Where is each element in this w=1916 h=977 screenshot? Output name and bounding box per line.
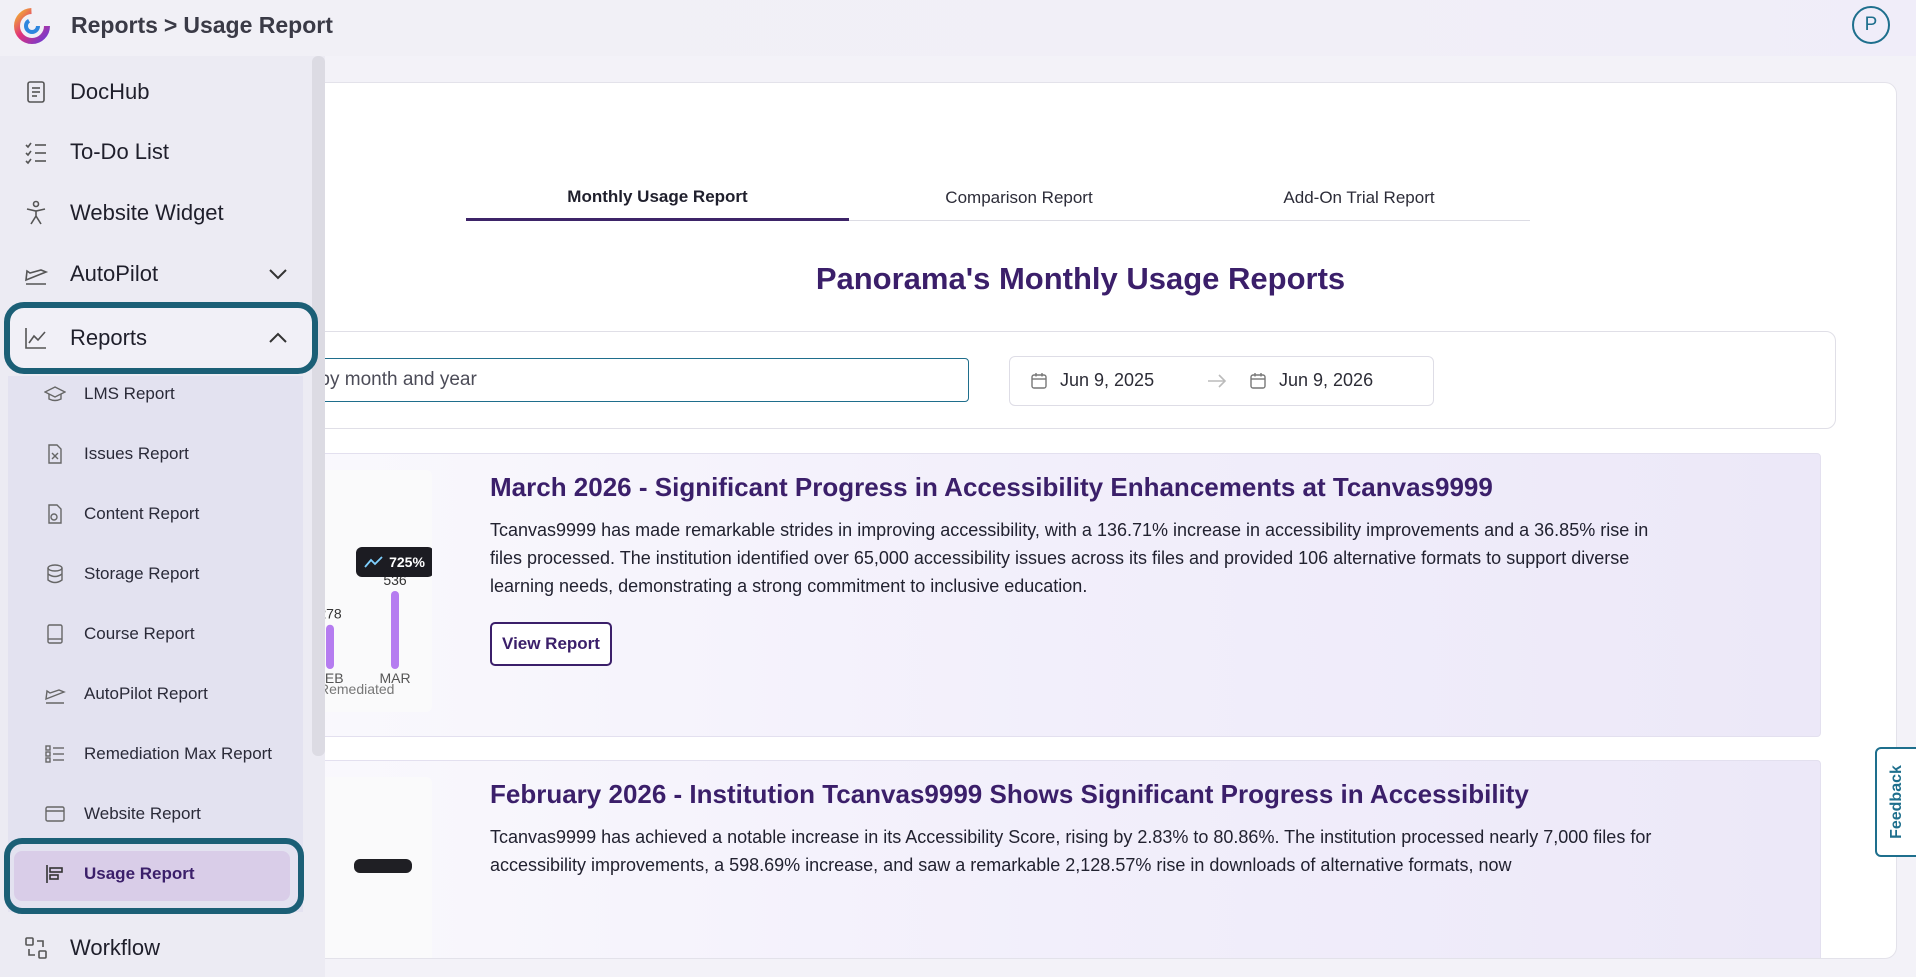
list-icon — [44, 743, 66, 765]
sidebar-item-remediation-max-report[interactable]: Remediation Max Report — [8, 731, 303, 779]
chevron-up-icon[interactable] — [266, 326, 290, 350]
arrow-right-icon — [1208, 374, 1227, 388]
feedback-label: Feedback — [1887, 765, 1905, 839]
breadcrumb-parent[interactable]: Reports — [71, 12, 158, 38]
sidebar-item-label: AutoPilot Report — [84, 684, 208, 703]
report-tabs: Monthly Usage Report Comparison Report A… — [466, 175, 1530, 221]
sidebar-item-label: Course Report — [84, 624, 195, 643]
book-icon — [44, 623, 66, 645]
tab-monthly-usage-report[interactable]: Monthly Usage Report — [466, 175, 849, 221]
sidebar-item-reports[interactable]: Reports — [0, 314, 310, 362]
plane-icon — [44, 683, 66, 705]
chart-badge-partial — [354, 859, 412, 873]
sidebar-item-website-report[interactable]: Website Report — [8, 791, 303, 839]
date-start[interactable]: Jun 9, 2025 — [1030, 370, 1154, 391]
chart-badge-label: 725% — [389, 554, 425, 570]
sidebar-item-autopilot[interactable]: AutoPilot — [0, 250, 310, 298]
report-card-february-2026: February 2026 - Institution Tcanvas9999 … — [263, 760, 1821, 958]
sidebar-item-lms-report[interactable]: LMS Report — [8, 371, 303, 419]
tab-add-on-trial-report[interactable]: Add-On Trial Report — [1189, 175, 1529, 221]
avatar[interactable]: P — [1852, 6, 1890, 44]
calendar-icon — [1031, 372, 1047, 389]
sidebar-item-label: DocHub — [70, 79, 150, 104]
sidebar-item-course-report[interactable]: Course Report — [8, 611, 303, 659]
report-card-march-2026: 5N278FEB536MAR725%Files Remediated March… — [263, 453, 1821, 737]
sidebar-item-label: To-Do List — [70, 139, 170, 164]
sidebar-scrollbar[interactable] — [312, 56, 325, 756]
tab-comparison-report[interactable]: Comparison Report — [849, 175, 1189, 221]
calendar-icon — [1250, 372, 1266, 389]
workflow-icon — [22, 934, 50, 962]
sidebar-item-content-report[interactable]: Content Report — [8, 491, 303, 539]
date-end[interactable]: Jun 9, 2026 — [1249, 370, 1373, 391]
breadcrumb-separator: > — [163, 12, 178, 38]
sidebar-item-label: LMS Report — [84, 384, 175, 403]
graduation-cap-icon — [43, 383, 67, 405]
breadcrumb-current: Usage Report — [183, 12, 333, 38]
sidebar-item-workflow[interactable]: Workflow — [0, 924, 310, 972]
browser-icon — [44, 803, 66, 825]
sidebar-item-label: Website Report — [84, 804, 201, 823]
sidebar-item-usage-report[interactable]: Usage Report — [8, 851, 303, 899]
report-description: Tcanvas9999 has made remarkable strides … — [490, 520, 1649, 596]
report-description: Tcanvas9999 has achieved a notable incre… — [490, 827, 1652, 875]
sidebar-item-label: Content Report — [84, 504, 200, 523]
report-title: February 2026 - Institution Tcanvas9999 … — [490, 779, 1529, 809]
chevron-down-icon[interactable] — [266, 262, 290, 286]
date-start-text: Jun 9, 2025 — [1060, 370, 1155, 390]
sidebar-item-label: Workflow — [70, 935, 161, 960]
view-report-button[interactable]: View Report — [490, 622, 612, 666]
plane-icon — [22, 260, 50, 288]
accessibility-icon — [22, 199, 50, 227]
sidebar-item-label: AutoPilot — [70, 261, 159, 286]
bar-chart-icon — [44, 863, 66, 885]
sidebar-item-autopilot-report[interactable]: AutoPilot Report — [8, 671, 303, 719]
checklist-icon — [22, 138, 50, 166]
date-end-text: Jun 9, 2026 — [1279, 370, 1374, 390]
sidebar-item-label: Issues Report — [84, 444, 189, 463]
page-title: Panorama's Monthly Usage Reports — [815, 261, 1346, 296]
search-input[interactable] — [263, 358, 969, 402]
feedback-tab[interactable]: Feedback — [1875, 747, 1916, 857]
document-icon — [22, 78, 50, 106]
sidebar-item-label: Reports — [70, 325, 148, 350]
sidebar-item-label: Usage Report — [84, 864, 195, 883]
sidebar-item-label: Remediation Max Report — [84, 744, 273, 763]
sidebar-item-todo-list[interactable]: To-Do List — [0, 128, 310, 176]
file-content-icon — [44, 503, 66, 525]
chart-line-icon — [22, 324, 50, 352]
main-content-card: Monthly Usage Report Comparison Report A… — [262, 82, 1897, 959]
breadcrumb: Reports > Usage Report — [71, 12, 333, 39]
top-bar: Reports > Usage Report P — [0, 0, 1916, 56]
database-icon — [44, 563, 66, 585]
filter-bar: Jun 9, 2025 Jun 9, 2026 — [263, 331, 1836, 429]
report-title: March 2026 - Significant Progress in Acc… — [490, 472, 1493, 502]
sidebar-item-dochub[interactable]: DocHub — [0, 68, 310, 116]
sidebar-item-issues-report[interactable]: Issues Report — [8, 431, 303, 479]
sidebar-item-label: Website Widget — [70, 200, 224, 225]
sidebar-item-website-widget[interactable]: Website Widget — [0, 189, 310, 237]
app-logo-icon[interactable] — [12, 6, 52, 46]
sidebar-item-storage-report[interactable]: Storage Report — [8, 551, 303, 599]
date-range-picker[interactable]: Jun 9, 2025 Jun 9, 2026 — [1009, 356, 1434, 406]
sidebar-item-label: Storage Report — [84, 564, 200, 583]
file-x-icon — [44, 443, 66, 465]
